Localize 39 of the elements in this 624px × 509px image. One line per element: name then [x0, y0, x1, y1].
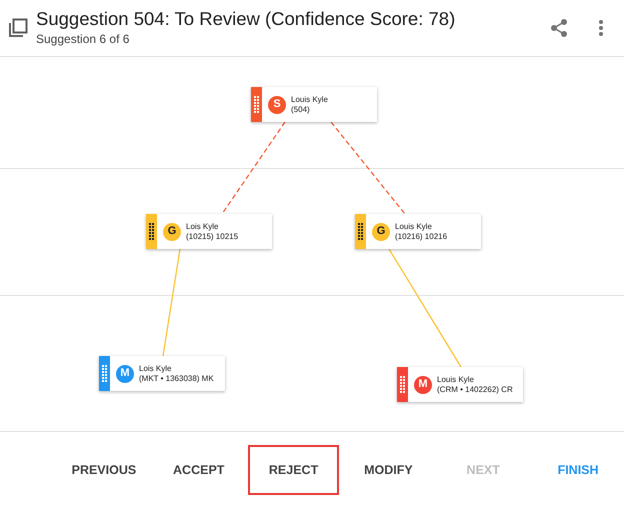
grip-handle[interactable] [146, 214, 157, 249]
footer-button[interactable]: REJECT [248, 445, 340, 495]
avatar-letter: G [372, 222, 390, 240]
avatar-letter: M [414, 376, 432, 394]
footer-button[interactable]: ACCEPT [152, 445, 245, 495]
page-subtitle: Suggestion 6 of 6 [36, 31, 130, 48]
avatar-letter: M [116, 364, 134, 382]
node-detail: (10215) 10215 [186, 232, 238, 242]
drag-icon [102, 365, 107, 382]
node-card[interactable]: G Louis Kyle (10216) 10216 [355, 214, 481, 249]
share-icon[interactable] [550, 18, 568, 38]
node-name: Louis Kyle [395, 222, 433, 232]
node-name: Louis Kyle [291, 94, 328, 104]
node-detail: (504) [291, 104, 311, 114]
grip-handle[interactable] [355, 214, 366, 249]
node-detail: (CRM • 1402262) CR [437, 384, 513, 394]
page-title: Suggestion 504: To Review (Confidence Score: 78) [36, 8, 456, 30]
grip-handle[interactable] [397, 367, 408, 402]
grip-handle[interactable] [251, 87, 262, 122]
node-name: Lois Kyle [139, 364, 172, 374]
node-name: Lois Kyle [186, 222, 220, 232]
drag-icon [358, 223, 363, 240]
node-detail: (10216) 10216 [395, 232, 448, 242]
copy-icon[interactable] [8, 18, 28, 38]
node-card[interactable]: M Lois Kyle (MKT • 1363038) MK [99, 356, 225, 391]
avatar-letter: S [268, 96, 286, 114]
footer-button[interactable]: MODIFY [342, 445, 434, 495]
footer-button[interactable]: PREVIOUS [58, 445, 150, 495]
node-card[interactable]: M Louis Kyle (CRM • 1402262) CR [397, 367, 523, 402]
node-card[interactable]: G Lois Kyle (10215) 10215 [146, 214, 272, 249]
drag-icon [400, 376, 405, 393]
avatar-letter: G [163, 222, 181, 240]
grip-handle[interactable] [99, 356, 110, 391]
node-name: Louis Kyle [437, 374, 475, 384]
more-icon[interactable] [598, 19, 604, 37]
node-detail: (MKT • 1363038) MK [139, 374, 214, 384]
drag-icon [254, 96, 259, 113]
drag-icon [149, 223, 154, 240]
node-card[interactable]: S Louis Kyle (504) [251, 87, 377, 122]
